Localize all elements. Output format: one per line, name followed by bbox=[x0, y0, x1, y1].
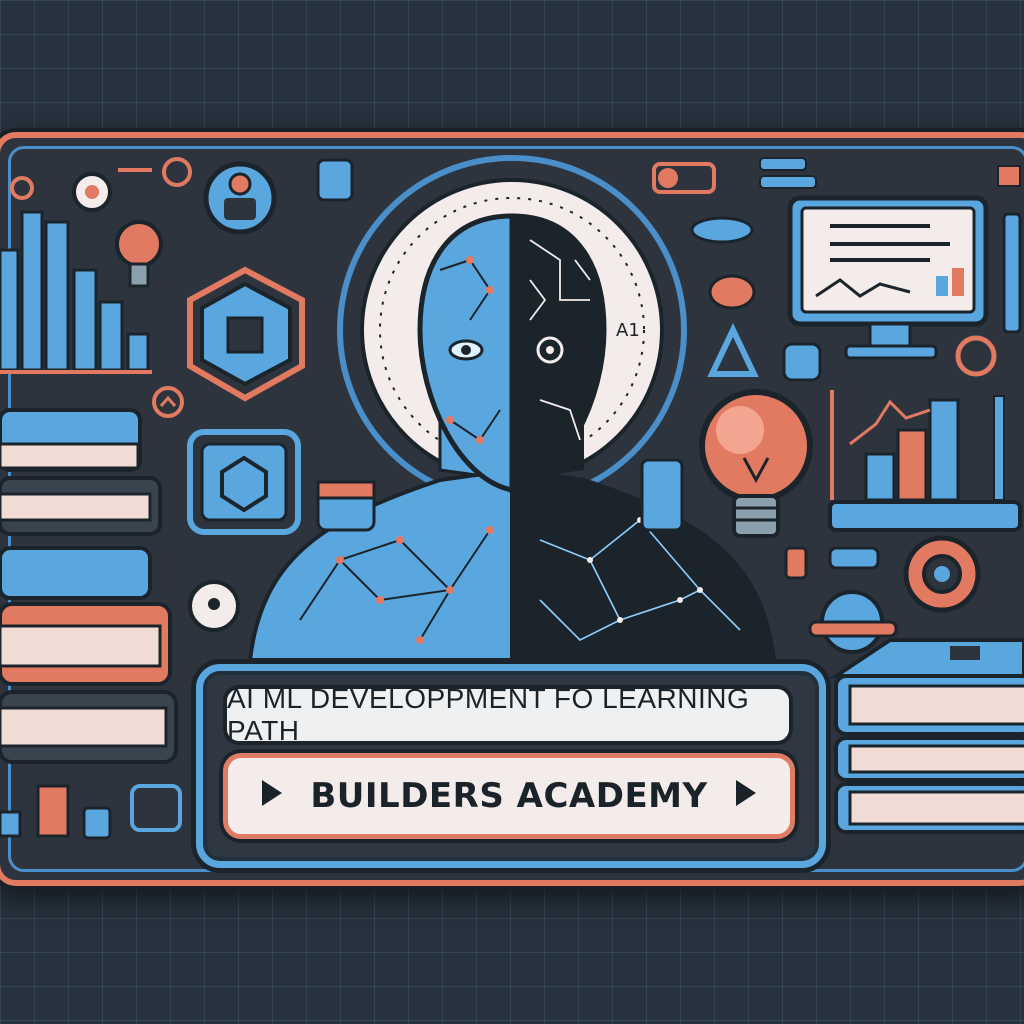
lightbulb-small-icon bbox=[115, 220, 163, 288]
pencil-icon bbox=[1002, 212, 1022, 334]
subtitle-banner: AI ML DEVELOPPMENT FO LEARNING PATH bbox=[223, 683, 793, 746]
play-icon[interactable] bbox=[262, 780, 282, 806]
illustration: A1 bbox=[0, 155, 1024, 840]
lightbulb-icon bbox=[699, 389, 813, 538]
subtitle-text: AI ML DEVELOPPMENT FO LEARNING PATH bbox=[227, 683, 750, 746]
books-left-icon bbox=[0, 408, 178, 764]
circuit-square-icon bbox=[187, 429, 301, 535]
gear-icon bbox=[903, 535, 981, 613]
title-banner[interactable]: BUILDERS ACADEMY bbox=[223, 753, 795, 839]
search-icon bbox=[955, 335, 997, 377]
head-label: A1 bbox=[616, 320, 640, 341]
books-icon bbox=[829, 638, 1024, 834]
hexagon-chip-icon bbox=[187, 266, 305, 402]
play-icon[interactable] bbox=[736, 780, 756, 806]
user-avatar-icon bbox=[203, 161, 277, 235]
up-arrow-icon bbox=[152, 386, 184, 418]
bar-chart-right-icon bbox=[828, 390, 1022, 532]
title-panel: AI ML DEVELOPPMENT FO LEARNING PATH BUIL… bbox=[196, 664, 826, 868]
ring-icon bbox=[10, 176, 34, 200]
academy-title: BUILDERS ACADEMY bbox=[310, 776, 708, 816]
compass-icon bbox=[707, 323, 759, 377]
monitor-chart-icon bbox=[787, 195, 989, 360]
